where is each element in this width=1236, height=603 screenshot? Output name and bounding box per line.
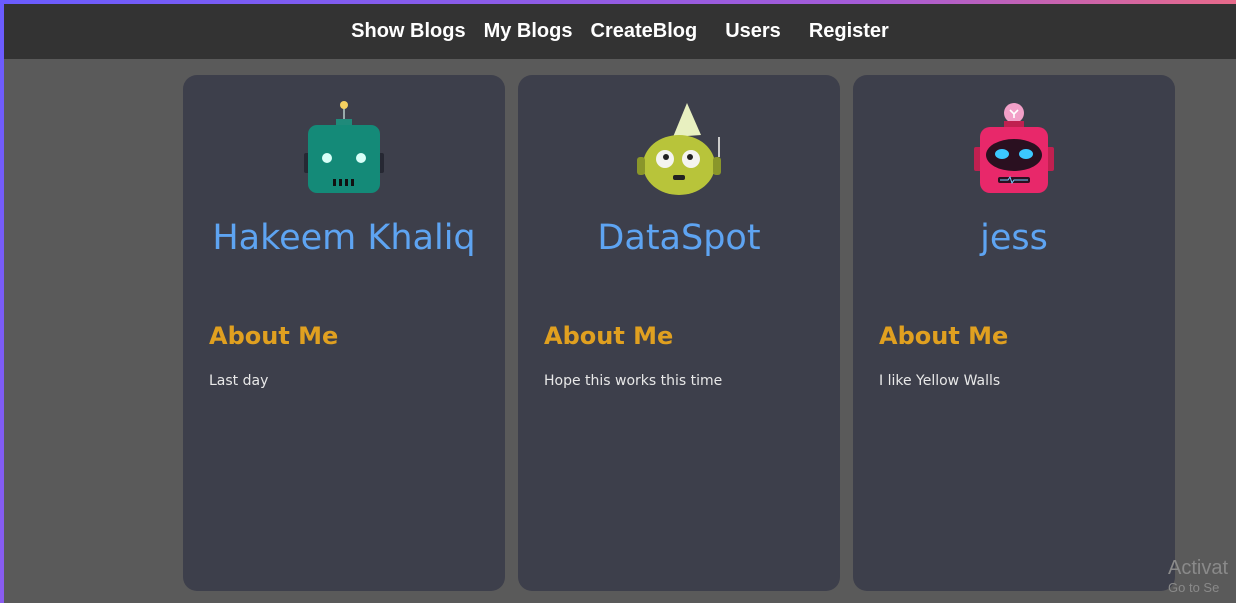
about-heading: About Me xyxy=(544,322,674,350)
watermark-line-1: Activat xyxy=(1168,557,1229,579)
nav-my-blogs[interactable]: My Blogs xyxy=(475,20,582,43)
username[interactable]: Hakeem Khaliq xyxy=(183,218,505,258)
top-navbar: Show Blogs My Blogs CreateBlog Users Reg… xyxy=(4,4,1236,59)
username[interactable]: DataSpot xyxy=(518,218,840,258)
user-card: DataSpot About Me Hope this works this t… xyxy=(518,75,840,591)
pink-robot-icon xyxy=(974,103,1054,193)
about-text: Last day xyxy=(209,373,269,389)
username[interactable]: jess xyxy=(853,218,1175,258)
teal-robot-icon xyxy=(304,101,384,193)
about-heading: About Me xyxy=(879,322,1009,350)
activate-windows-watermark: Activat Go to Se xyxy=(1168,556,1228,596)
about-text: Hope this works this time xyxy=(544,373,723,389)
green-robot-icon xyxy=(637,103,721,195)
watermark-line-2: Go to Se xyxy=(1168,580,1220,595)
nav-register[interactable]: Register xyxy=(800,20,898,43)
nav-show-blogs[interactable]: Show Blogs xyxy=(342,20,474,43)
window-left-border xyxy=(0,0,4,603)
about-heading: About Me xyxy=(209,322,339,350)
user-card: jess About Me I like Yellow Walls xyxy=(853,75,1175,591)
about-text: I like Yellow Walls xyxy=(879,373,1001,389)
nav-create-blog[interactable]: CreateBlog xyxy=(582,20,707,43)
nav-users[interactable]: Users xyxy=(716,20,790,43)
user-card: Hakeem Khaliq About Me Last day xyxy=(183,75,505,591)
user-card-list: Hakeem Khaliq About Me Last day DataSpot… xyxy=(183,75,1175,591)
